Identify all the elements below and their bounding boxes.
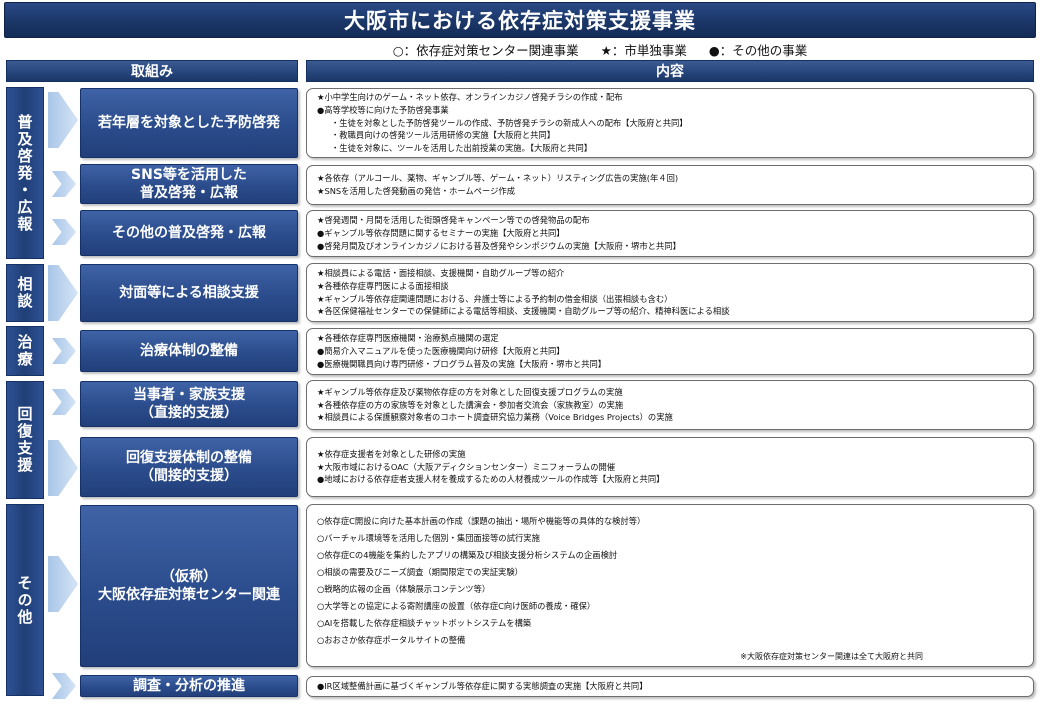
content-line: ○大学等との協定による寄附講座の設置（依存症C向け医師の養成・確保）: [317, 601, 596, 611]
content-youth: ★小中学生向けのゲーム・ネット依存、オンラインカジノ啓発チラシの作成・配布 ●高…: [306, 88, 1034, 158]
content-line: ・生徒を対象に、ツールを活用した出前授業の実施。【大阪府と共同】: [331, 143, 593, 154]
item-consultation: 対面等による相談支援: [80, 264, 298, 322]
item-label: SNS等を活用した: [131, 166, 247, 183]
header-initiatives: 取組み: [6, 60, 298, 82]
content-line: ★相談員による電話・面接相談、支援機関・自助グループ等の紹介: [317, 267, 565, 278]
item-label: 若年層を対象とした予防啓発: [98, 114, 280, 131]
item-label: 治療体制の整備: [140, 342, 238, 359]
legend-other-item: ●：その他の事業: [708, 42, 808, 58]
content-center: ○依存症C開設に向けた基本計画の作成（課題の抽出・場所や機能等の具体的な検討等）…: [306, 504, 1034, 667]
content-direct-support: ★ギャンブル等依存症及び薬物依存症の方を対象とした回復支援プログラムの実施 ★各…: [306, 380, 1034, 430]
content-treatment: ★各種依存症専門医療機関・治療拠点機関の選定 ●簡易介入マニュアルを使った医療機…: [306, 328, 1034, 375]
item-sns-awareness: SNS等を活用した 普及啓発・広報: [80, 164, 298, 204]
item-label: （仮称）: [161, 568, 217, 585]
item-label: 大阪依存症対策センター関連: [98, 587, 280, 603]
content-line: ●医療機関職員向け専門研修・プログラム普及の実施【大阪府・堺市と共同】: [317, 358, 607, 369]
content-line: ★各種依存症の方の家族等を対象とした講演会・参加者交流会（家族教室）の実施: [317, 399, 624, 410]
content-line: ○戦略的広報の企画（体験展示コンテンツ等）: [317, 584, 491, 594]
center-note: ※大阪依存症対策センター関連は全て大阪府と共同: [740, 652, 923, 661]
content-line: ★啓発週間・月間を活用した街頭啓発キャンペーン等での啓発物品の配布: [317, 215, 590, 226]
item-label: （直接的支援）: [140, 405, 238, 421]
content-line: ○依存症Cの4機能を集約したアプリの構築及び相談支援分析システムの企画検討: [317, 550, 618, 560]
item-label: その他の普及啓発・広報: [112, 224, 266, 241]
legend-city-item: ★：市単独事業: [600, 42, 687, 58]
content-indirect-support: ★依存症支援者を対象とした研修の実施 ★大阪市域におけるOAC（大阪アディクショ…: [306, 437, 1034, 497]
content-line: ●地域における依存症者支援人材を養成するための人材養成ツールの作成等【大阪府と共…: [317, 474, 665, 485]
item-research: 調査・分析の推進: [80, 675, 298, 697]
item-label: 回復支援体制の整備: [126, 449, 252, 466]
arrow-icon: [52, 673, 76, 699]
arrow-icon: [52, 338, 76, 364]
content-line: ○相談の需要及びニーズ調査（期間限定での実証実験）: [317, 567, 523, 577]
title-bar: 大阪市における依存症対策支援事業: [4, 2, 1036, 38]
item-indirect-support: 回復支援体制の整備 （間接的支援）: [80, 437, 298, 497]
arrow-icon: [52, 171, 76, 197]
content-line: ●簡易介入マニュアルを使った医療機関向け研修【大阪府と共同】: [317, 346, 565, 357]
item-youth-prevention: 若年層を対象とした予防啓発: [80, 88, 298, 158]
category-awareness: 普及啓発・広報: [6, 87, 44, 259]
item-treatment: 治療体制の整備: [80, 330, 298, 372]
content-line: ★大阪市域におけるOAC（大阪アディクションセンター）ミニフォーラムの開催: [317, 461, 616, 472]
content-line: ★各種依存症専門医療機関・治療拠点機関の選定: [317, 333, 499, 344]
arrow-icon: [52, 389, 76, 415]
content-line: ★各区保健福祉センターでの保健師による電話等相談、支援機関・自助グループ等の紹介…: [317, 306, 730, 317]
content-line: ●IR区域整備計画に基づくギャンブル等依存症に関する実態調査の実施【大阪府と共同…: [317, 681, 648, 692]
category-other: その他: [6, 504, 44, 696]
content-line: ●ギャンブル等依存問題に関するセミナーの実施【大阪府と共同】: [317, 228, 565, 239]
content-consultation: ★相談員による電話・面接相談、支援機関・自助グループ等の紹介 ★各種依存症専門医…: [306, 263, 1034, 322]
item-label: 対面等による相談支援: [119, 284, 259, 301]
content-line: ・生徒を対象とした予防啓発ツールの作成、予防啓発チラシの新成人への配布【大阪府と…: [331, 117, 688, 128]
arrow-icon: [52, 219, 76, 245]
arrow-icon: [48, 92, 78, 148]
item-label: （間接的支援）: [140, 468, 238, 484]
content-line: ★各種依存症専門医による面接相談: [317, 280, 449, 291]
item-label: 調査・分析の推進: [133, 677, 245, 694]
content-line: ★小中学生向けのゲーム・ネット依存、オンラインカジノ啓発チラシの作成・配布: [317, 91, 623, 102]
content-line: ○依存症C開設に向けた基本計画の作成（課題の抽出・場所や機能等の具体的な検討等）: [317, 516, 646, 526]
content-line: ★SNSを活用した啓発動画の発信・ホームページ作成: [317, 186, 515, 196]
category-treatment: 治療: [6, 326, 44, 376]
category-consultation: 相談: [6, 264, 44, 322]
content-sns: ★各依存（アルコール、薬物、ギャンブル等、ゲーム・ネット）リスティング広告の実施…: [306, 165, 1034, 205]
content-line: ●啓発月間及びオンラインカジノにおける普及啓発やシンポジウムの実施【大阪府・堺市…: [317, 240, 681, 251]
item-label: 普及啓発・広報: [140, 185, 238, 201]
item-direct-support: 当事者・家族支援 （直接的支援）: [80, 381, 298, 427]
content-line: ★相談員による保護観察対象者のコホート調査研究協力業務（Voice Bridge…: [317, 412, 673, 423]
legend-center-item: ○：依存症対策センター関連事業: [392, 42, 579, 58]
page-title: 大阪市における依存症対策支援事業: [344, 9, 696, 33]
content-line: ●高等学校等に向けた予防啓発事業: [317, 104, 449, 115]
content-line: ○AIを搭載した依存症相談チャットボットシステムを構築: [317, 618, 532, 628]
content-line: ★ギャンブル等依存症及び薬物依存症の方を対象とした回復支援プログラムの実施: [317, 386, 623, 397]
content-line: ○おおさか依存症ポータルサイトの整備: [317, 635, 466, 645]
content-line: ★ギャンブル等依存症関連問題における、弁護士等による予約制の借金相談（出張相談も…: [317, 293, 673, 304]
item-other-awareness: その他の普及啓発・広報: [80, 210, 298, 256]
content-line: ・教職員向けの啓発ツール活用研修の実施【大阪府と共同】: [331, 130, 556, 141]
item-label: 当事者・家族支援: [133, 386, 245, 403]
arrow-icon: [48, 265, 78, 321]
legend: ○：依存症対策センター関連事業 ★：市単独事業 ●：その他の事業: [300, 40, 900, 58]
arrow-icon: [48, 556, 78, 612]
header-contents: 内容: [306, 60, 1034, 82]
content-line: ★各依存（アルコール、薬物、ギャンブル等、ゲーム・ネット）リスティング広告の実施…: [317, 173, 679, 184]
content-line: ○バーチャル環境等を活用した個別・集団面接等の試行実施: [317, 533, 540, 543]
content-line: ★依存症支援者を対象とした研修の実施: [317, 448, 466, 459]
item-center: （仮称） 大阪依存症対策センター関連: [80, 505, 298, 667]
content-research: ●IR区域整備計画に基づくギャンブル等依存症に関する実態調査の実施【大阪府と共同…: [306, 676, 1034, 697]
arrow-icon: [48, 440, 78, 496]
category-recovery: 回復支援: [6, 381, 44, 499]
content-other-awareness: ★啓発週間・月間を活用した街頭啓発キャンペーン等での啓発物品の配布 ●ギャンブル…: [306, 210, 1034, 257]
